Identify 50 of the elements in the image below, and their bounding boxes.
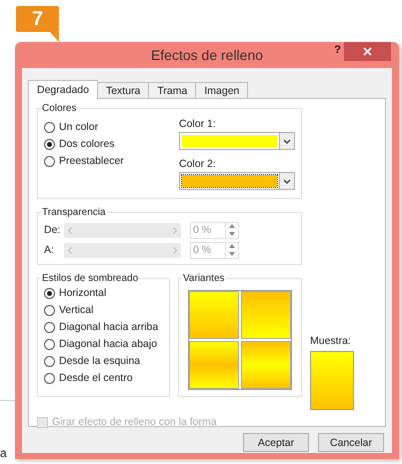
sample-label: Muestra: [310, 335, 352, 347]
gradient-preview [310, 351, 354, 410]
chevron-down-icon [283, 178, 291, 184]
radio-button[interactable] [44, 338, 55, 350]
radio-label[interactable]: Desde la esquina [59, 355, 140, 367]
radio-label[interactable]: Dos colores [59, 138, 114, 150]
group-title: Variantes [182, 273, 226, 284]
group-title: Colores [41, 103, 78, 114]
radio-button[interactable] [44, 322, 55, 332]
radio-label[interactable]: Preestablecer [59, 155, 124, 167]
dialog-button[interactable]: Cancelar [318, 433, 384, 452]
chevron-left-icon [68, 226, 72, 234]
group-title: Transparencia [41, 207, 107, 218]
radio-button[interactable] [44, 156, 55, 166]
radio-button[interactable] [44, 138, 55, 150]
close-button[interactable] [344, 42, 391, 61]
radio-label[interactable]: Vertical [59, 304, 94, 316]
dialog-button[interactable]: Aceptar [243, 433, 309, 452]
slider-label: De: [44, 224, 60, 236]
chevron-right-icon [173, 246, 177, 254]
tab[interactable]: Imagen [195, 82, 248, 98]
color-label: Color 1: [179, 118, 217, 132]
radio-label[interactable]: Horizontal [59, 287, 106, 299]
help-button[interactable]: ? [334, 44, 341, 56]
radio-button[interactable] [44, 304, 55, 316]
radio-button[interactable] [44, 122, 55, 132]
gradient-variant-tile[interactable] [241, 291, 291, 339]
radio-button[interactable] [44, 372, 55, 384]
gradient-variant-tile[interactable] [241, 341, 291, 389]
background-text: a [0, 446, 7, 460]
radio-label[interactable]: Un color [59, 121, 98, 133]
group-title: Estilos de sombreado [41, 273, 140, 284]
radio-label[interactable]: Desde el centro [59, 372, 133, 384]
radio-label[interactable]: Diagonal hacia arriba [59, 321, 158, 333]
tab[interactable]: Degradado [28, 80, 98, 99]
color-picker[interactable] [179, 172, 295, 190]
window-title: Efectos de relleno [150, 47, 264, 63]
radio-button[interactable] [44, 356, 55, 366]
color-picker[interactable] [179, 132, 295, 150]
step-number-badge: 7 [16, 6, 59, 32]
radio-label[interactable]: Diagonal hacia abajo [59, 338, 158, 350]
slider-label: A: [44, 244, 55, 256]
color-label: Color 2: [179, 158, 217, 172]
chevron-down-icon [283, 138, 291, 144]
chevron-right-icon [173, 226, 177, 234]
radio-button[interactable] [44, 288, 55, 298]
chevron-left-icon [68, 246, 72, 254]
gradient-variant-tile[interactable] [189, 341, 239, 389]
gradient-variant-tile[interactable] [189, 291, 239, 339]
close-icon [363, 47, 372, 56]
